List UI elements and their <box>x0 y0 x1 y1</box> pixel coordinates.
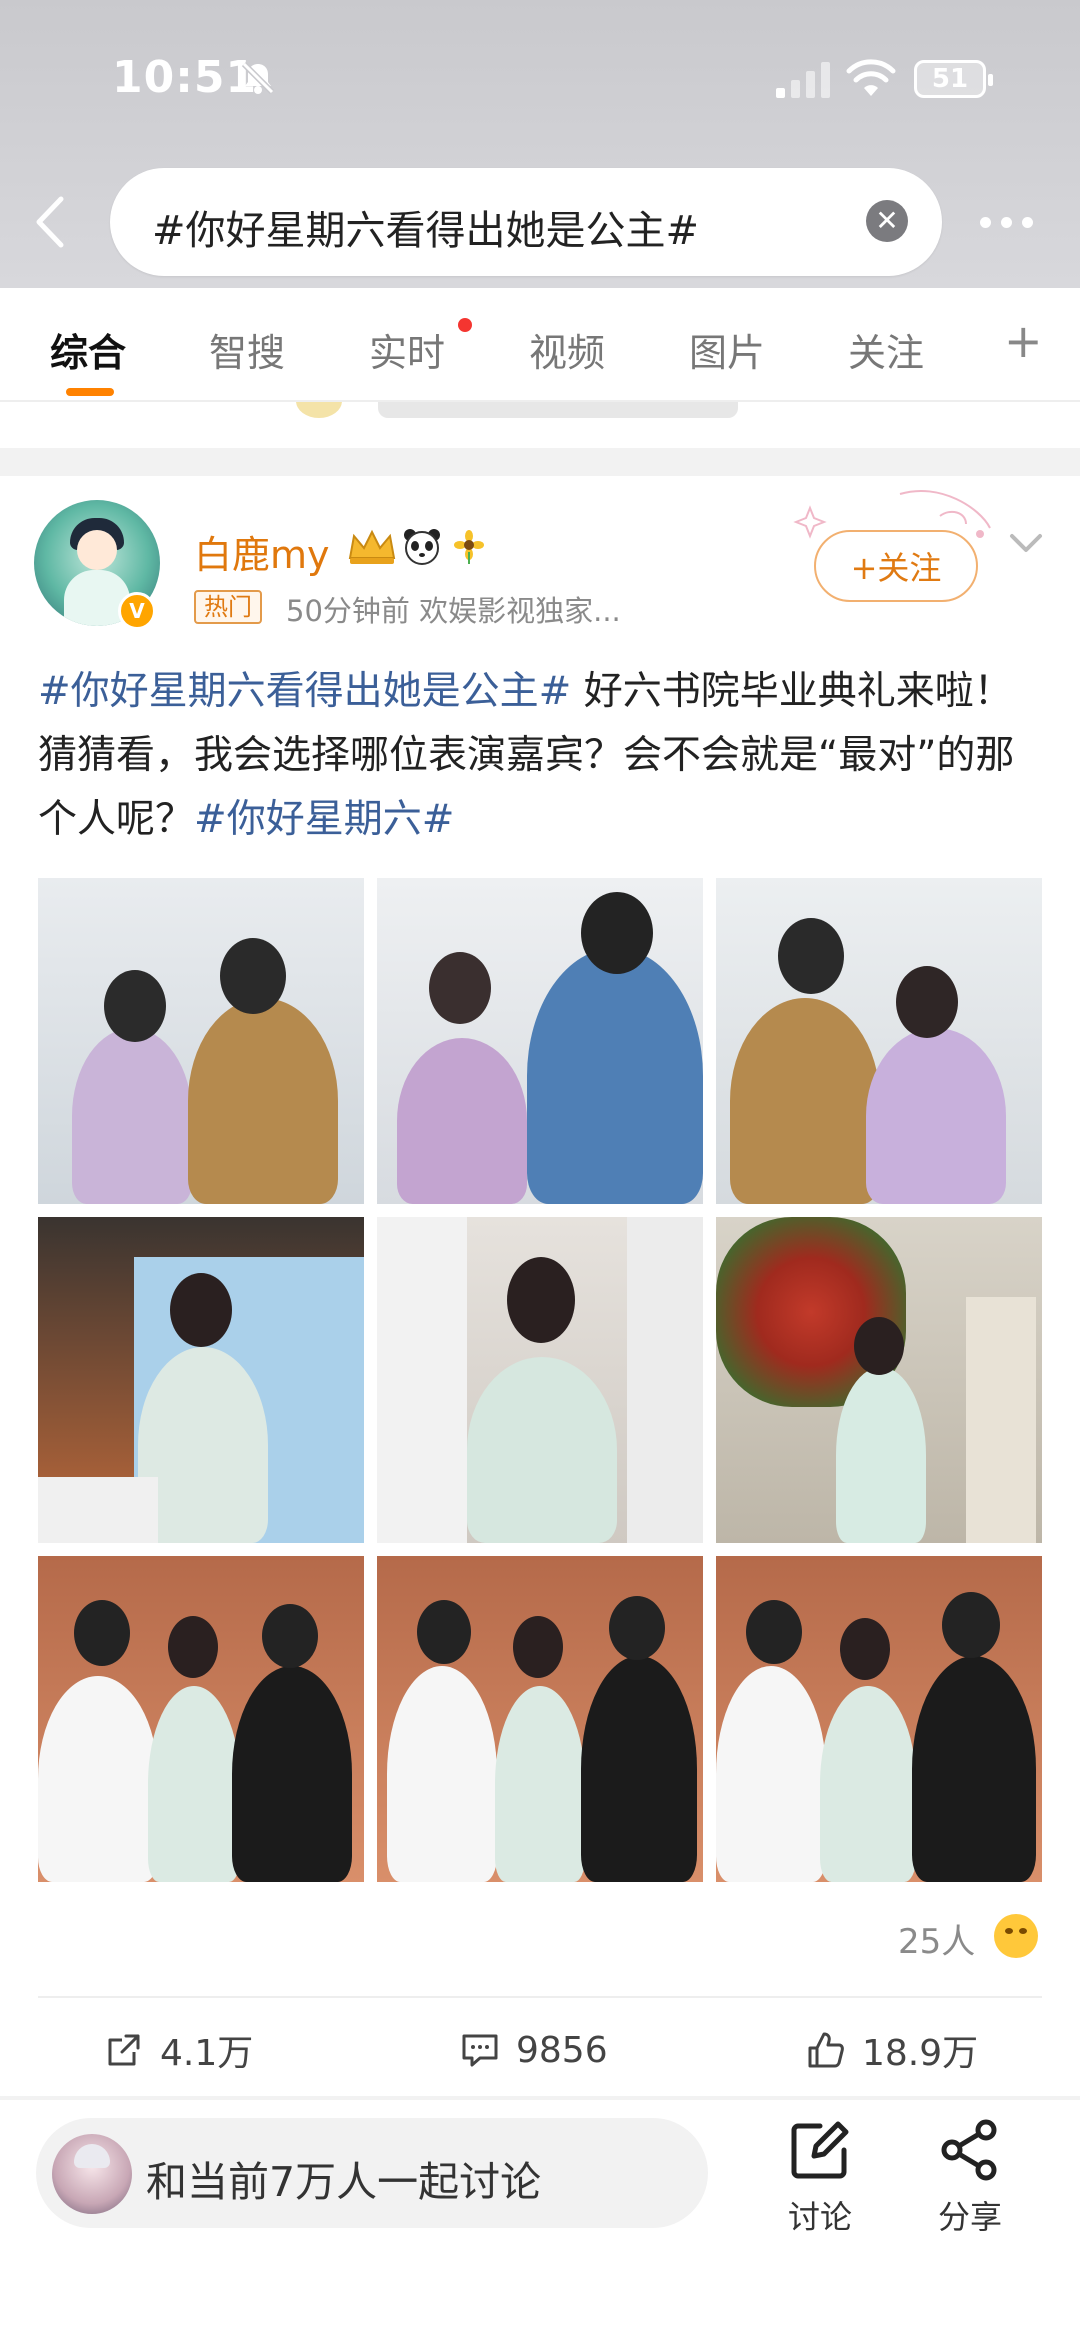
hot-badge: 热门 <box>194 590 262 624</box>
thumbs-up-icon <box>808 2032 844 2068</box>
kiss-emoji-icon[interactable] <box>994 1914 1038 1958</box>
post-meta: 50分钟前 欢娱影视独家... <box>286 594 621 628</box>
post-image[interactable] <box>716 1556 1042 1882</box>
like-count: 18.9万 <box>862 2033 979 2074</box>
edit-icon <box>791 2121 849 2179</box>
previous-content-peek <box>0 402 1080 448</box>
share-button[interactable]: 分享 <box>920 2118 1020 2238</box>
divider <box>38 1996 1042 1998</box>
post-image[interactable] <box>716 878 1042 1204</box>
chevron-left-icon <box>36 196 64 248</box>
comment-button[interactable]: 9856 <box>460 2022 608 2078</box>
weibo-search-page: 10:51 51 #你好星期六看得出她是公主# ✕ 综合 智搜 实时 视频 图片… <box>0 0 1080 2341</box>
post-text: #你好星期六看得出她是公主# 好六书院毕业典礼来啦！猜猜看，我会选择哪位表演嘉宾… <box>38 660 1048 852</box>
cellular-signal-icon <box>776 62 830 98</box>
tab-comprehensive[interactable]: 综合 <box>50 322 126 377</box>
post-image[interactable] <box>377 1556 703 1882</box>
clear-search-button[interactable]: ✕ <box>866 200 908 242</box>
image-grid <box>38 878 1042 1882</box>
more-options-button[interactable] <box>980 208 1044 236</box>
dot-icon <box>1022 216 1033 228</box>
status-time: 10:51 <box>112 52 258 103</box>
discuss-button[interactable]: 讨论 <box>770 2118 870 2238</box>
post-image[interactable] <box>716 1217 1042 1543</box>
active-tab-underline <box>66 388 114 396</box>
back-button[interactable] <box>28 190 72 254</box>
tab-images[interactable]: 图片 <box>689 322 765 377</box>
username[interactable]: 白鹿my <box>194 524 330 579</box>
post-image[interactable] <box>377 1217 703 1543</box>
post-image[interactable] <box>38 1217 364 1543</box>
post-image[interactable] <box>38 1556 364 1882</box>
reaction-count: 25人 <box>898 1922 976 1962</box>
repost-button[interactable]: 4.1万 <box>104 2022 253 2078</box>
add-tab-icon[interactable]: + <box>1004 318 1043 364</box>
follow-button[interactable]: +关注 <box>814 530 978 602</box>
post-image[interactable] <box>38 878 364 1204</box>
like-button[interactable]: 18.9万 <box>806 2022 978 2078</box>
share-arrow-icon <box>108 2034 140 2066</box>
dot-icon <box>980 216 991 228</box>
repost-count: 4.1万 <box>160 2033 254 2074</box>
dot-icon <box>1001 216 1012 228</box>
share-nodes-icon <box>941 2119 997 2181</box>
chevron-down-icon[interactable] <box>1006 528 1046 558</box>
sunflower-icon <box>454 530 484 564</box>
verified-badge-icon: V <box>118 592 156 630</box>
crown-level-icon <box>348 529 396 564</box>
share-button-label: 分享 <box>937 2198 1002 2236</box>
panda-icon <box>404 529 440 565</box>
comment-count: 9856 <box>516 2029 608 2071</box>
tab-following[interactable]: 关注 <box>848 322 924 377</box>
topic-link[interactable]: #你好星期六看得出她是公主# <box>38 669 571 714</box>
discuss-button-label: 讨论 <box>787 2198 852 2236</box>
wifi-icon <box>846 59 896 96</box>
search-tabs: 综合 智搜 实时 视频 图片 关注 <box>0 288 1080 398</box>
post-image[interactable] <box>377 878 703 1204</box>
topic-link[interactable]: #你好星期六# <box>194 797 454 842</box>
discussion-prompt[interactable]: 和当前7万人一起讨论 <box>146 2148 541 2208</box>
section-separator <box>0 448 1080 476</box>
search-query-text: #你好星期六看得出她是公主# <box>152 208 700 254</box>
tab-realtime[interactable]: 实时 <box>369 322 445 377</box>
tab-smart-search[interactable]: 智搜 <box>209 322 285 377</box>
comment-icon <box>462 2034 498 2067</box>
tab-video[interactable]: 视频 <box>529 322 605 377</box>
my-avatar <box>52 2134 132 2214</box>
search-input[interactable]: #你好星期六看得出她是公主# ✕ <box>110 168 942 276</box>
bell-off-icon <box>241 61 275 95</box>
battery-indicator: 51 <box>914 60 993 98</box>
realtime-new-dot <box>458 318 472 332</box>
